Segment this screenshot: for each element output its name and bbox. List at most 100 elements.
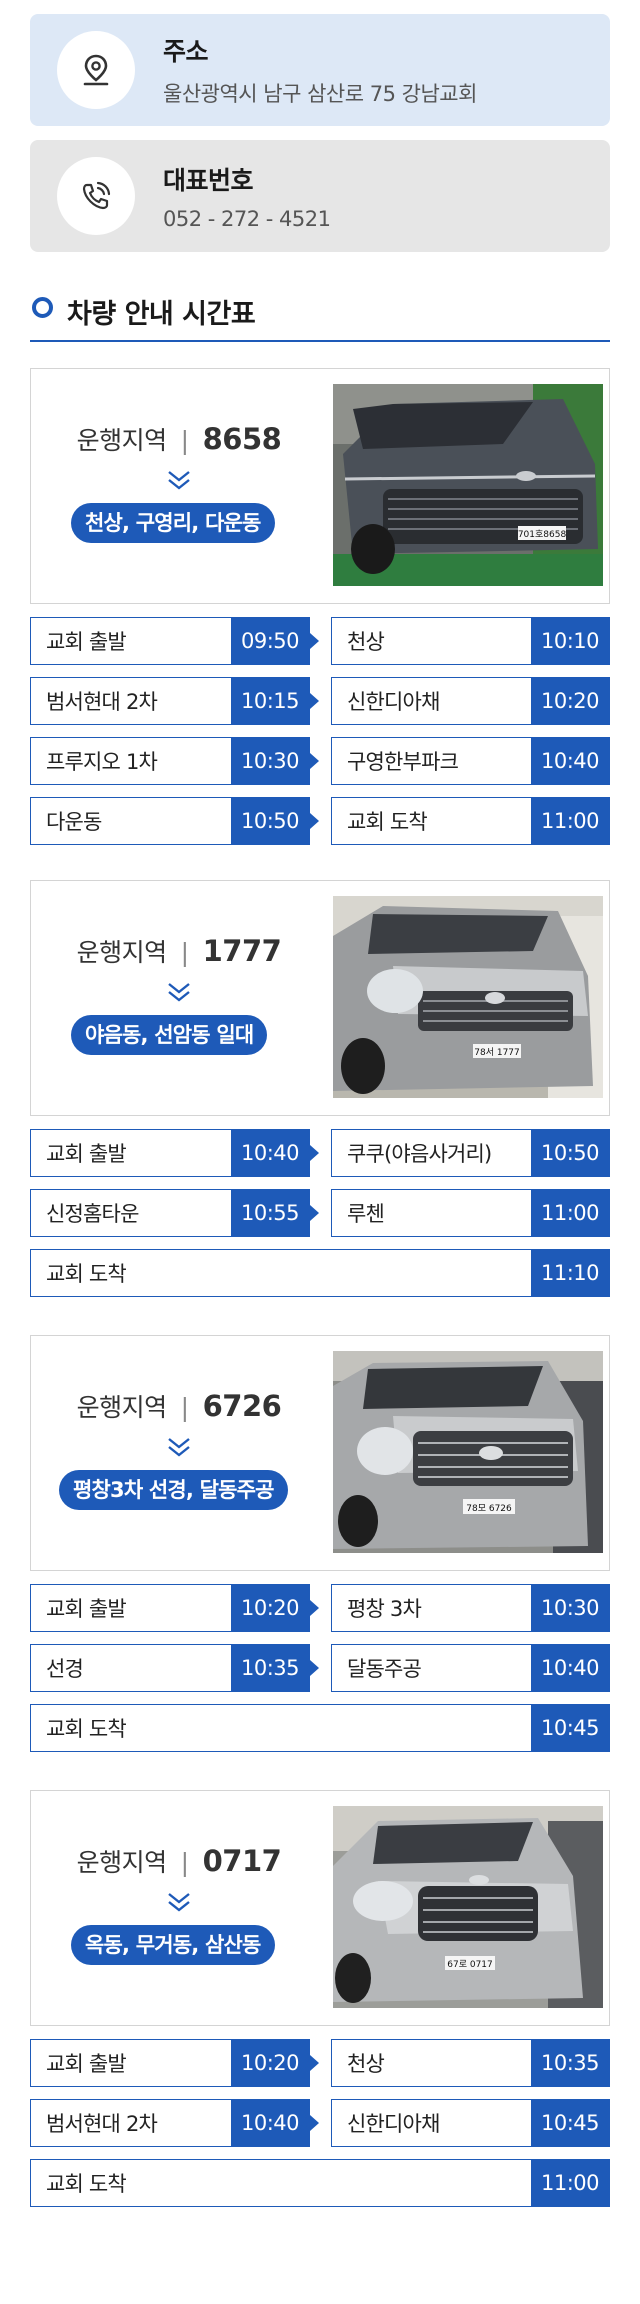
stop-time: 10:30 [531,1585,609,1631]
stop-cell: 신한디아채 10:20 [331,677,610,725]
arrow-right-icon [310,753,319,769]
stop-time: 11:00 [531,798,609,844]
stop-cell: 다운동 10:50 [30,797,310,845]
stop-name: 신한디아채 [347,690,440,714]
route-area-badge: 야음동, 선암동 일대 [71,1015,268,1055]
stop-cell: 평창 3차 10:30 [331,1584,610,1632]
stop-time: 10:35 [531,2040,609,2086]
license-plate: 701호8658 [518,529,567,540]
stop-cell: 교회 도착 11:00 [331,797,610,845]
phone-title: 대표번호 [163,166,254,195]
stop-cell: 달동주공 10:40 [331,1644,610,1692]
stop-cell: 교회 도착 10:45 [30,1704,610,1752]
route-label: 운행지역 [76,1393,168,1422]
stop-time: 10:30 [231,738,309,784]
stop-time: 10:15 [231,678,309,724]
location-pin-icon [57,31,135,109]
route-number: 1777 [202,934,282,968]
stop-time: 11:10 [531,1250,609,1296]
phone-value[interactable]: 052 - 272 - 4521 [163,207,331,231]
section-title: 차량 안내 시간표 [67,299,256,330]
route-card: 운행지역 | 0717 옥동, 무거동, 삼산동 67로 0717 [30,1790,610,2026]
stop-name: 교회 출발 [46,630,127,654]
stop-cell: 신한디아채 10:45 [331,2099,610,2147]
arrow-right-icon [310,1205,319,1221]
double-chevron-down-icon [168,471,190,490]
stop-name: 천상 [347,630,385,654]
stop-time: 10:40 [531,738,609,784]
double-chevron-down-icon [168,1893,190,1912]
stop-name: 루첸 [347,1202,385,1226]
route-area-badge: 평창3차 선경, 달동주공 [59,1470,288,1510]
stop-name: 프루지오 1차 [46,750,158,774]
address-title: 주소 [163,37,209,66]
stop-time: 10:35 [231,1645,309,1691]
section-header: 차량 안내 시간표 [30,292,610,342]
stop-name: 신한디아채 [347,2112,440,2136]
vehicle-photo: 67로 0717 [333,1806,603,2008]
stop-name: 교회 출발 [46,1142,127,1166]
stop-name: 교회 출발 [46,2052,127,2076]
stop-cell: 선경 10:35 [30,1644,310,1692]
stop-time: 10:40 [531,1645,609,1691]
route-number: 6726 [202,1389,282,1423]
arrow-right-icon [310,1600,319,1616]
stop-cell: 교회 출발 10:20 [30,1584,310,1632]
stop-cell: 교회 출발 10:20 [30,2039,310,2087]
route-number: 8658 [202,422,282,456]
stop-cell: 프루지오 1차 10:30 [30,737,310,785]
stop-cell: 루첸 11:00 [331,1189,610,1237]
stop-name: 교회 도착 [347,810,428,834]
stop-name: 평창 3차 [347,1597,422,1621]
route-header: 운행지역 | 8658 [76,422,282,456]
stop-cell: 신정홈타운 10:55 [30,1189,310,1237]
stop-name: 범서현대 2차 [46,2112,158,2136]
stop-time: 10:10 [531,618,609,664]
address-value: 울산광역시 남구 삼산로 75 강남교회 [163,82,477,106]
arrow-right-icon [310,1145,319,1161]
address-card: 주소 울산광역시 남구 삼산로 75 강남교회 [30,14,610,126]
vehicle-photo: 701호8658 [333,384,603,586]
double-chevron-down-icon [168,983,190,1002]
route-header: 운행지역 | 0717 [76,1844,282,1878]
stop-cell: 범서현대 2차 10:15 [30,677,310,725]
phone-card[interactable]: 대표번호 052 - 272 - 4521 [30,140,610,252]
stop-time: 11:00 [531,1190,609,1236]
stop-name: 선경 [46,1657,84,1681]
stop-time: 10:40 [231,2100,309,2146]
route-area-badge: 천상, 구영리, 다운동 [71,503,275,543]
stop-time: 10:20 [231,1585,309,1631]
stop-cell: 교회 도착 11:10 [30,1249,610,1297]
route-header: 운행지역 | 1777 [76,934,282,968]
route-label: 운행지역 [76,426,168,455]
stop-cell: 교회 도착 11:00 [30,2159,610,2207]
stop-name: 교회 도착 [46,1717,127,1741]
stop-cell: 구영한부파크 10:40 [331,737,610,785]
arrow-right-icon [310,2115,319,2131]
stop-name: 쿠쿠(야음사거리) [347,1142,492,1166]
phone-icon [57,157,135,235]
vehicle-photo: 78서 1777 [333,896,603,1098]
route-card: 운행지역 | 1777 야음동, 선암동 일대 78서 1777 [30,880,610,1116]
stop-time: 10:45 [531,2100,609,2146]
stop-time: 10:20 [231,2040,309,2086]
stop-name: 범서현대 2차 [46,690,158,714]
arrow-right-icon [310,1660,319,1676]
page: 주소 울산광역시 남구 삼산로 75 강남교회 대표번호 052 - 272 -… [0,0,640,2304]
stop-time: 10:20 [531,678,609,724]
stop-time: 09:50 [231,618,309,664]
stop-time: 10:55 [231,1190,309,1236]
stop-name: 달동주공 [347,1657,422,1681]
arrow-right-icon [310,693,319,709]
stop-name: 신정홈타운 [46,1202,139,1226]
route-label: 운행지역 [76,938,168,967]
stop-name: 다운동 [46,810,102,834]
route-card: 운행지역 | 6726 평창3차 선경, 달동주공 78모 6726 [30,1335,610,1571]
license-plate: 78서 1777 [474,1047,520,1058]
stop-cell: 쿠쿠(야음사거리) 10:50 [331,1129,610,1177]
stop-cell: 범서현대 2차 10:40 [30,2099,310,2147]
route-number: 0717 [202,1844,282,1878]
stop-name: 교회 도착 [46,1262,127,1286]
arrow-right-icon [310,813,319,829]
stop-name: 교회 출발 [46,1597,127,1621]
